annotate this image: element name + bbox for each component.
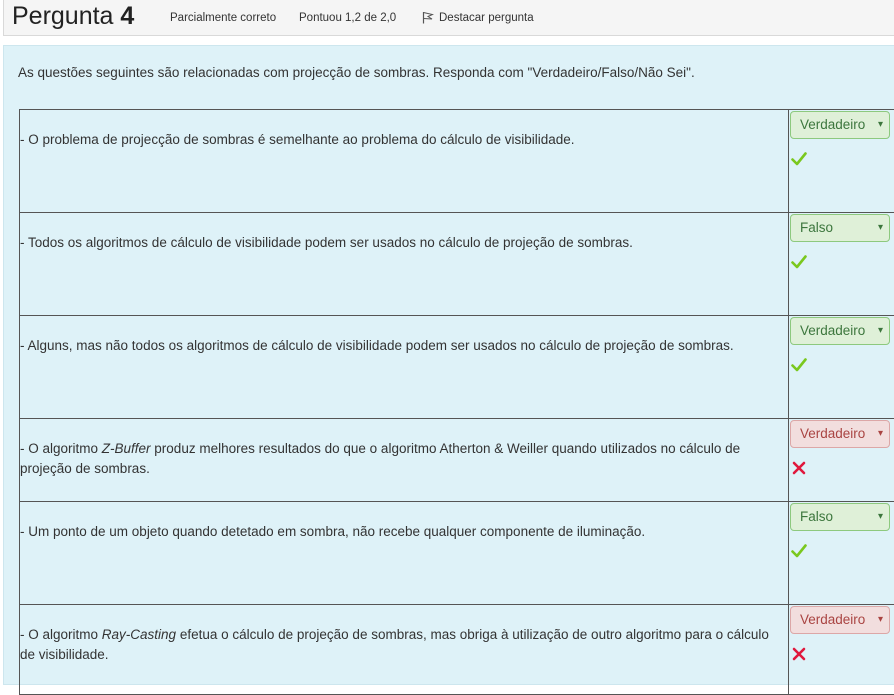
statement-text: - Todos os algoritmos de cálculo de visi…: [20, 213, 788, 253]
question-content: As questões seguintes são relacionadas c…: [3, 45, 894, 685]
statement-text-part: - O problema de projecção de sombras é s…: [20, 132, 575, 147]
answer-row: - Um ponto de um objeto quando detetado …: [20, 502, 894, 605]
flag-icon: [422, 11, 434, 24]
answer-select-value: Verdadeiro: [800, 426, 865, 441]
statement-text: - O algoritmo Ray-Casting efetua o cálcu…: [20, 605, 788, 665]
answer-select-value: Falso: [800, 220, 833, 235]
answer-cell: Verdadeiro ▾: [789, 605, 894, 695]
answer-select-value: Falso: [800, 509, 833, 524]
statement-text: - O algoritmo Z-Buffer produz melhores r…: [20, 419, 788, 479]
check-icon: [791, 254, 807, 270]
statement-text-part: - Um ponto de um objeto quando detetado …: [20, 524, 645, 539]
statement-cell: - Um ponto de um objeto quando detetado …: [20, 502, 789, 605]
question-text: As questões seguintes são relacionadas c…: [18, 65, 695, 80]
statement-cell: - O algoritmo Ray-Casting efetua o cálcu…: [20, 605, 789, 695]
flag-question-link[interactable]: Destacar pergunta: [422, 11, 534, 24]
answer-select-value: Verdadeiro: [800, 117, 865, 132]
statement-text-part: - O algoritmo: [20, 627, 102, 642]
dropdown-caret-icon: ▾: [878, 318, 883, 344]
check-icon: [791, 151, 807, 167]
check-icon: [791, 357, 807, 373]
answer-table: - O problema de projecção de sombras é s…: [19, 109, 894, 695]
answer-select[interactable]: Falso ▾: [790, 214, 890, 242]
flag-question-label: Destacar pergunta: [439, 12, 534, 24]
answer-select-value: Verdadeiro: [800, 323, 865, 338]
statement-cell: - Alguns, mas não todos os algoritmos de…: [20, 316, 789, 419]
question-status: Parcialmente correto: [170, 12, 276, 24]
answer-select[interactable]: Verdadeiro ▾: [790, 606, 890, 634]
dropdown-caret-icon: ▾: [878, 607, 883, 633]
statement-text-part: - O algoritmo: [20, 441, 102, 456]
question-title-word: Pergunta: [12, 2, 113, 30]
statement-cell: - O problema de projecção de sombras é s…: [20, 110, 789, 213]
answer-row: - Todos os algoritmos de cálculo de visi…: [20, 213, 894, 316]
answer-select[interactable]: Verdadeiro ▾: [790, 111, 890, 139]
cross-icon: [791, 646, 807, 662]
check-icon: [791, 543, 807, 559]
answer-cell: Verdadeiro ▾: [789, 316, 894, 419]
statement-text-part: - Alguns, mas não todos os algoritmos de…: [20, 338, 734, 353]
question-title: Pergunta 4: [12, 2, 134, 31]
statement-cell: - O algoritmo Z-Buffer produz melhores r…: [20, 419, 789, 502]
answer-cell: Verdadeiro ▾: [789, 419, 894, 502]
answer-select[interactable]: Verdadeiro ▾: [790, 420, 890, 448]
question-score: Pontuou 1,2 de 2,0: [299, 12, 396, 24]
dropdown-caret-icon: ▾: [878, 112, 883, 138]
answer-row: - O problema de projecção de sombras é s…: [20, 110, 894, 213]
statement-text-part: - Todos os algoritmos de cálculo de visi…: [20, 235, 633, 250]
answer-cell: Falso ▾: [789, 502, 894, 605]
answer-cell: Falso ▾: [789, 213, 894, 316]
statement-text: - O problema de projecção de sombras é s…: [20, 110, 788, 150]
dropdown-caret-icon: ▾: [878, 215, 883, 241]
statement-algorithm-name: Ray-Casting: [102, 627, 176, 642]
answer-row: - O algoritmo Ray-Casting efetua o cálcu…: [20, 605, 894, 695]
statement-cell: - Todos os algoritmos de cálculo de visi…: [20, 213, 789, 316]
answer-row: - O algoritmo Z-Buffer produz melhores r…: [20, 419, 894, 502]
answer-select-value: Verdadeiro: [800, 612, 865, 627]
statement-text: - Alguns, mas não todos os algoritmos de…: [20, 316, 788, 356]
question-info-bar: Pergunta 4 Parcialmente correto Pontuou …: [3, 0, 894, 36]
answer-cell: Verdadeiro ▾: [789, 110, 894, 213]
answer-select[interactable]: Verdadeiro ▾: [790, 317, 890, 345]
cross-icon: [791, 460, 807, 476]
answer-select[interactable]: Falso ▾: [790, 503, 890, 531]
question-number: 4: [120, 2, 134, 30]
answer-row: - Alguns, mas não todos os algoritmos de…: [20, 316, 894, 419]
dropdown-caret-icon: ▾: [878, 421, 883, 447]
statement-algorithm-name: Z-Buffer: [102, 441, 151, 456]
statement-text: - Um ponto de um objeto quando detetado …: [20, 502, 788, 542]
dropdown-caret-icon: ▾: [878, 504, 883, 530]
